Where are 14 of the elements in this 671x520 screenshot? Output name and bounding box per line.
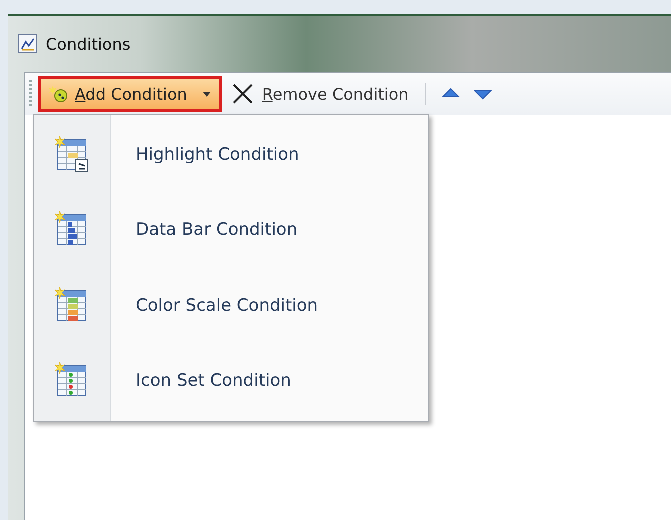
arrow-up-icon (442, 88, 460, 100)
window-title: Conditions (46, 34, 131, 54)
chart-icon (18, 34, 38, 54)
arrow-down-icon (474, 88, 492, 100)
menu-item[interactable]: Icon Set Condition (34, 344, 428, 419)
caret-icon (203, 92, 212, 96)
remove-condition-button[interactable]: Remove Condition (228, 76, 413, 112)
menu-item[interactable]: Data Bar Condition (34, 192, 428, 268)
menu-item[interactable]: Highlight Condition (34, 117, 428, 192)
menu-item[interactable]: Color Scale Condition (34, 268, 428, 344)
close-icon (232, 83, 254, 105)
table-icon (54, 136, 90, 174)
add-condition-button[interactable]: Add Condition (38, 76, 222, 112)
add-icon (49, 84, 69, 104)
